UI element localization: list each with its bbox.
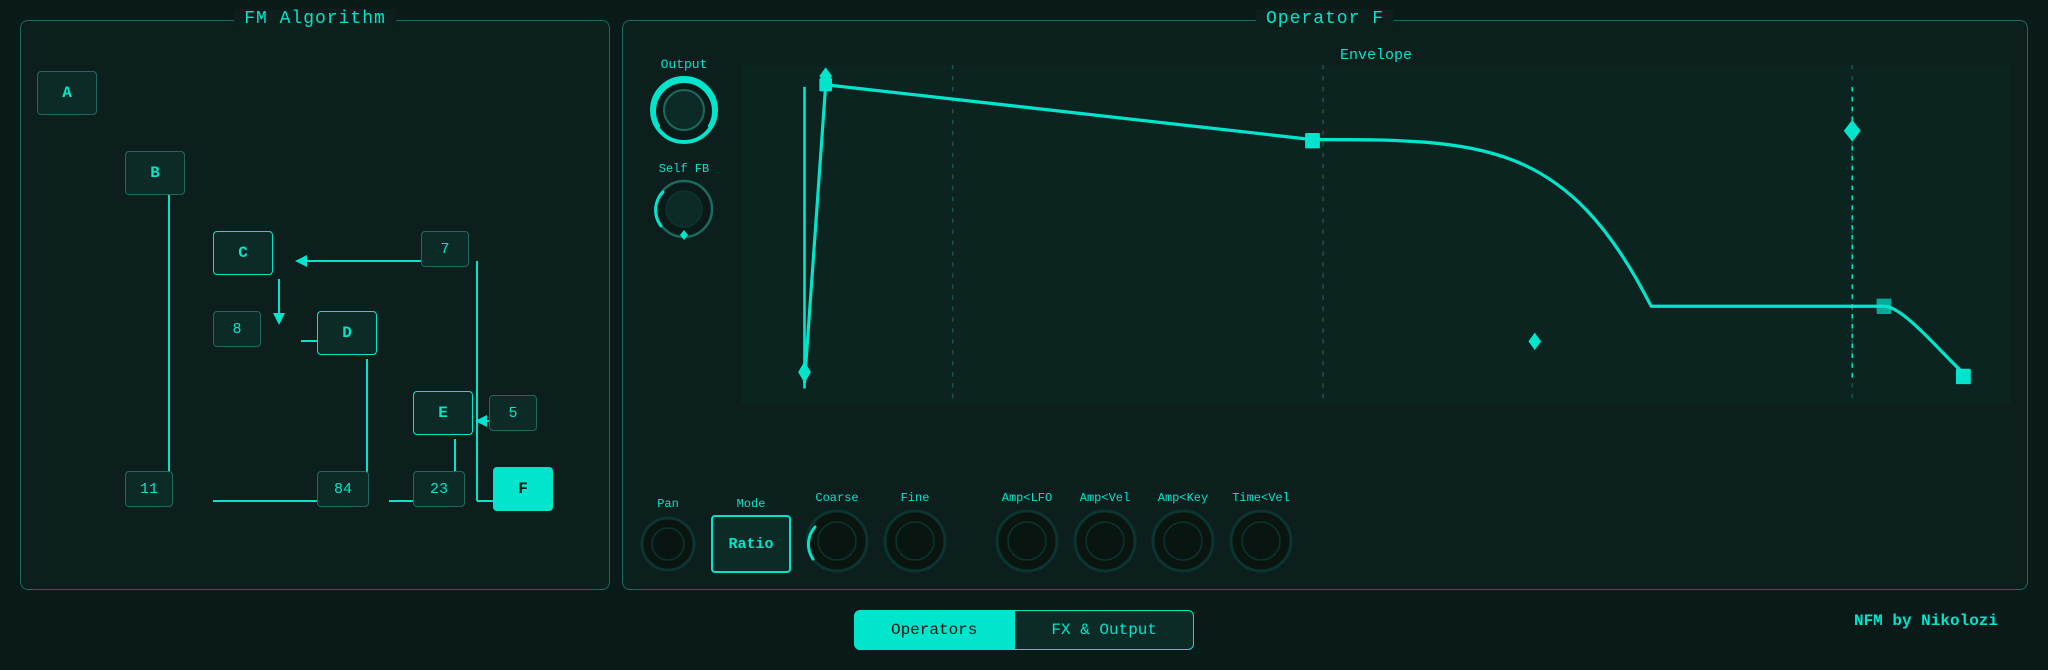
num-block-23[interactable]: 23 xyxy=(413,471,465,507)
operators-tab[interactable]: Operators xyxy=(854,610,1014,650)
amp-vel-control: Amp<Vel xyxy=(1073,491,1137,573)
amp-key-label: Amp<Key xyxy=(1158,491,1208,505)
op-panel-title: Operator F xyxy=(1256,9,1394,29)
footer-row: Operators FX & Output NFM by Nikolozi xyxy=(20,610,2028,650)
pan-label: Pan xyxy=(657,497,679,511)
num-block-8[interactable]: 8 xyxy=(213,311,261,347)
time-vel-label: Time<Vel xyxy=(1232,491,1290,505)
op-block-F[interactable]: F xyxy=(493,467,553,511)
mode-label: Mode xyxy=(737,497,766,511)
envelope-label: Envelope xyxy=(1340,47,1412,64)
fm-panel-title: FM Algorithm xyxy=(234,9,396,29)
coarse-label: Coarse xyxy=(815,491,858,505)
fine-label: Fine xyxy=(901,491,930,505)
op-block-B[interactable]: B xyxy=(125,151,185,195)
op-block-E[interactable]: E xyxy=(413,391,473,435)
operator-f-panel: Operator F Output xyxy=(622,20,2028,590)
nav-buttons: Operators FX & Output xyxy=(854,610,1194,650)
num-block-7[interactable]: 7 xyxy=(421,231,469,267)
op-block-A[interactable]: A xyxy=(37,71,97,115)
pan-knob[interactable] xyxy=(639,515,697,573)
op-block-C[interactable]: C xyxy=(213,231,273,275)
output-knob[interactable] xyxy=(648,74,720,146)
time-vel-control: Time<Vel xyxy=(1229,491,1293,573)
fx-output-tab[interactable]: FX & Output xyxy=(1014,610,1194,650)
output-label: Output xyxy=(661,57,708,72)
amp-lfo-knob[interactable] xyxy=(995,509,1059,573)
amp-key-knob[interactable] xyxy=(1151,509,1215,573)
num-block-84[interactable]: 84 xyxy=(317,471,369,507)
envelope-display xyxy=(741,65,2011,405)
amp-vel-knob[interactable] xyxy=(1073,509,1137,573)
fine-control: Fine xyxy=(883,491,947,573)
num-block-11[interactable]: 11 xyxy=(125,471,173,507)
coarse-knob[interactable] xyxy=(805,509,869,573)
self-fb-control: Self FB xyxy=(639,162,729,240)
op-block-D[interactable]: D xyxy=(317,311,377,355)
mode-button[interactable]: Ratio xyxy=(711,515,791,573)
time-vel-knob[interactable] xyxy=(1229,509,1293,573)
self-fb-knob[interactable] xyxy=(653,178,715,240)
amp-lfo-label: Amp<LFO xyxy=(1002,491,1052,505)
num-block-5[interactable]: 5 xyxy=(489,395,537,431)
fine-knob[interactable] xyxy=(883,509,947,573)
pan-control: Pan xyxy=(639,497,697,573)
fm-algorithm-panel: FM Algorithm xyxy=(20,20,610,590)
self-fb-label: Self FB xyxy=(659,162,709,176)
amp-lfo-control: Amp<LFO xyxy=(995,491,1059,573)
amp-key-control: Amp<Key xyxy=(1151,491,1215,573)
output-control: Output xyxy=(639,57,729,146)
amp-vel-label: Amp<Vel xyxy=(1080,491,1130,505)
branding-text: NFM by Nikolozi xyxy=(1854,612,1998,630)
coarse-control: Coarse xyxy=(805,491,869,573)
mode-control: Mode Ratio xyxy=(711,497,791,573)
